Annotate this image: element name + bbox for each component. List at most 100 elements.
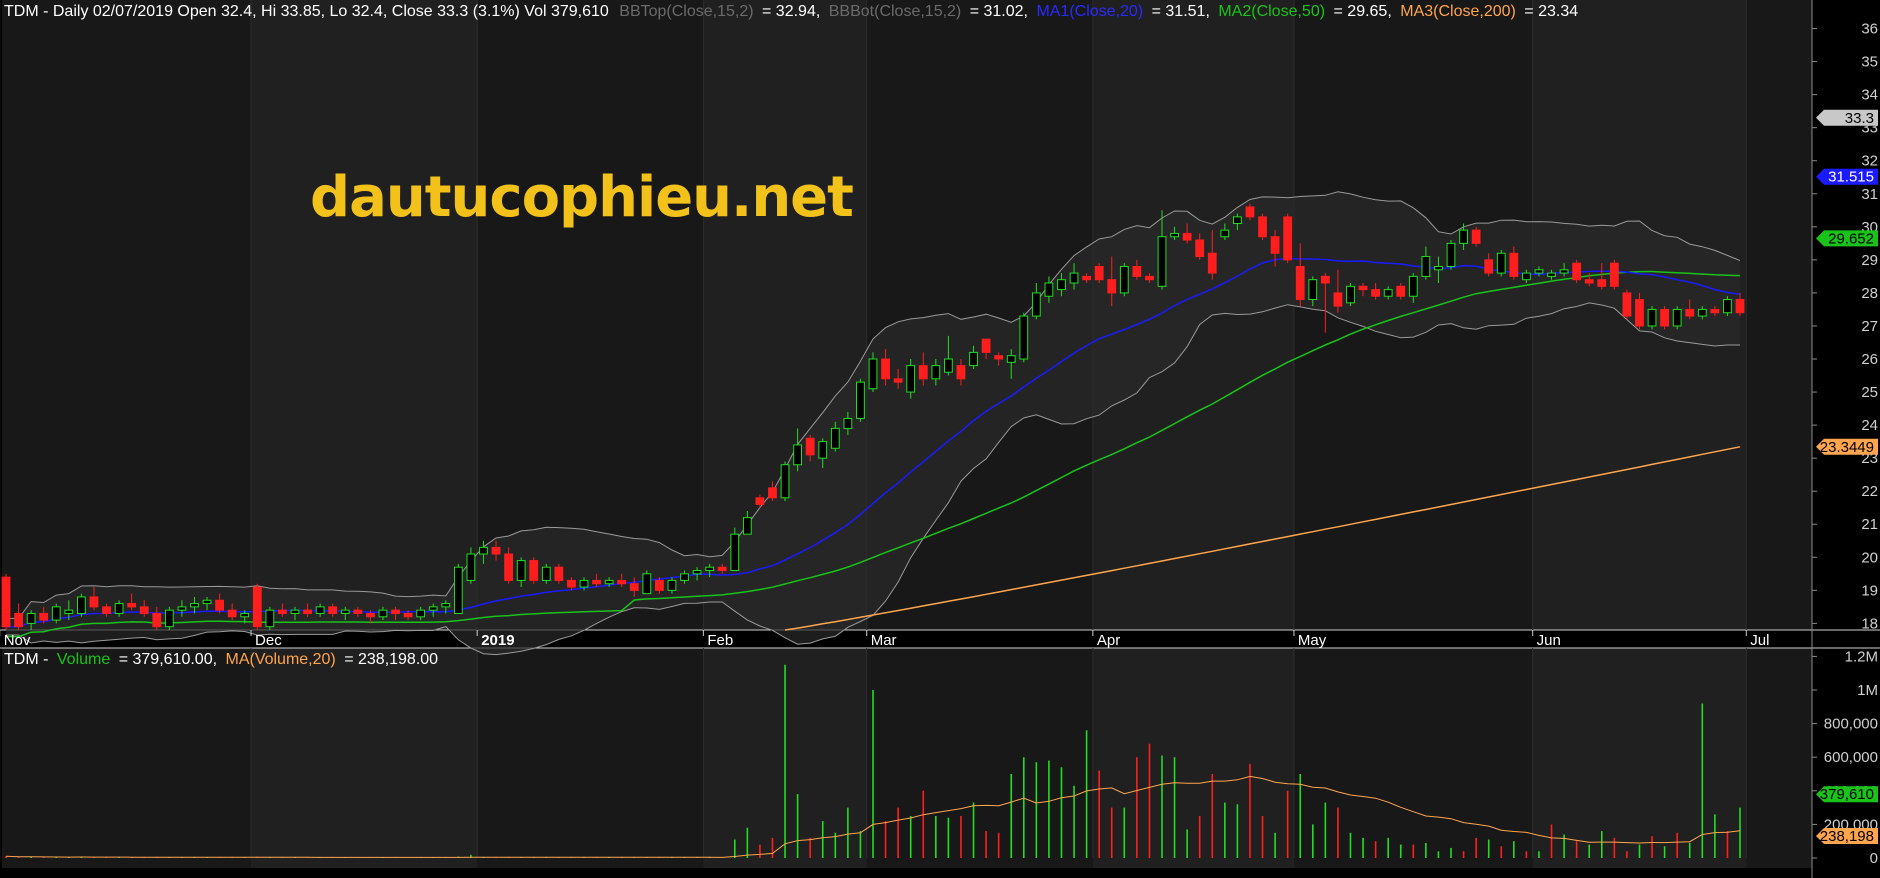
price-tick-label: 19 bbox=[1861, 582, 1878, 599]
candle-body bbox=[793, 444, 803, 466]
candle-body bbox=[629, 583, 639, 591]
candle-body bbox=[994, 355, 1004, 360]
bbbot-label: BBBot(Close,15,2) bbox=[829, 3, 962, 20]
candle-body bbox=[1396, 285, 1406, 297]
candle-body bbox=[742, 517, 752, 535]
candle-body bbox=[1710, 308, 1720, 314]
candle-body bbox=[1044, 282, 1054, 297]
candle-body bbox=[76, 596, 86, 614]
candle-body bbox=[1572, 262, 1582, 281]
candle-body bbox=[340, 609, 350, 614]
candle-body bbox=[1383, 289, 1393, 297]
volume-ma-value: = 238,198.00 bbox=[344, 651, 438, 668]
candle-body bbox=[1622, 292, 1632, 317]
candle-body bbox=[1295, 265, 1305, 301]
candle-body bbox=[1207, 252, 1217, 274]
candle-body bbox=[479, 546, 488, 555]
candle-body bbox=[1697, 308, 1707, 317]
candle-body bbox=[818, 441, 828, 459]
candle-body bbox=[504, 553, 514, 581]
candle-body bbox=[1496, 252, 1506, 274]
candle-body bbox=[981, 338, 991, 353]
candle-body bbox=[1145, 275, 1154, 281]
candle-body bbox=[315, 606, 325, 614]
price-tick-label: 26 bbox=[1861, 351, 1878, 368]
candle-body bbox=[554, 566, 564, 581]
candle-body bbox=[391, 609, 400, 614]
candle-body bbox=[51, 606, 61, 621]
candle-body bbox=[893, 378, 903, 383]
candle-body bbox=[1, 576, 11, 628]
volume-header: TDM - Volume = 379,610.00, MA(Volume,20)… bbox=[4, 651, 438, 668]
candle-body bbox=[579, 579, 589, 588]
volume-tick-label: 800,000 bbox=[1824, 716, 1878, 733]
candle-body bbox=[567, 579, 576, 588]
price-tick-label: 29 bbox=[1861, 252, 1878, 269]
candle-body bbox=[1283, 216, 1293, 261]
candle-body bbox=[1597, 279, 1607, 287]
candle-body bbox=[642, 573, 652, 595]
candle-body bbox=[1421, 256, 1431, 277]
candle-body bbox=[278, 609, 287, 614]
candle-body bbox=[1609, 262, 1619, 287]
candle-body bbox=[328, 606, 338, 614]
month-band bbox=[251, 0, 478, 630]
month-label: Mar bbox=[871, 632, 897, 649]
candle-body bbox=[1521, 272, 1531, 281]
candle-body bbox=[416, 609, 426, 618]
candle-body bbox=[403, 612, 413, 618]
candle-body bbox=[441, 603, 451, 608]
close-tag: 33.3 bbox=[1816, 109, 1878, 127]
candle-body bbox=[428, 606, 438, 611]
header-summary: TDM - Daily 02/07/2019 Open 32.4, Hi 33.… bbox=[4, 3, 609, 20]
candle-body bbox=[780, 464, 790, 499]
candle-body bbox=[529, 560, 539, 581]
candle-body bbox=[240, 612, 250, 618]
watermark-text: dautucophieu.net bbox=[310, 165, 853, 230]
ma2-tag: 29.652 bbox=[1816, 230, 1878, 247]
candle-body bbox=[1107, 279, 1117, 294]
ma2-value: = 29.65, bbox=[1334, 3, 1392, 20]
candle-body bbox=[1119, 265, 1129, 294]
candle-body bbox=[830, 427, 840, 449]
volume-ma-tag-label: 238,198 bbox=[1820, 828, 1874, 845]
price-tick-label: 18 bbox=[1861, 615, 1878, 632]
candle-body bbox=[152, 612, 162, 628]
bbbot-value: = 31.02, bbox=[970, 3, 1028, 20]
ma3-tag-label: 23.3449 bbox=[1820, 439, 1874, 456]
candle-body bbox=[956, 365, 966, 380]
candle-body bbox=[353, 609, 363, 614]
candle-body bbox=[1308, 279, 1318, 301]
header-info: TDM - Daily 02/07/2019 Open 32.4, Hi 33.… bbox=[4, 3, 1578, 20]
candle-body bbox=[215, 599, 225, 611]
volume-tag: 379,610 bbox=[1816, 786, 1878, 803]
candle-body bbox=[541, 566, 551, 581]
candle-body bbox=[1635, 299, 1644, 327]
candle-body bbox=[1371, 289, 1381, 297]
candle-body bbox=[969, 351, 978, 367]
candle-body bbox=[730, 533, 740, 572]
candle-body bbox=[89, 596, 99, 608]
ma2-label: MA2(Close,50) bbox=[1218, 3, 1325, 20]
candle-body bbox=[1534, 269, 1544, 274]
candle-body bbox=[1333, 292, 1343, 307]
ma3-label: MA3(Close,200) bbox=[1400, 3, 1516, 20]
candle-body bbox=[705, 566, 715, 572]
month-label: May bbox=[1298, 632, 1327, 649]
price-tick-label: 36 bbox=[1861, 21, 1878, 38]
candle-body bbox=[202, 599, 212, 605]
candle-body bbox=[1346, 285, 1355, 304]
bbtop-label: BBTop(Close,15,2) bbox=[619, 3, 753, 20]
candle-body bbox=[906, 365, 916, 393]
candle-body bbox=[491, 546, 501, 555]
candle-body bbox=[1584, 279, 1594, 284]
candle-body bbox=[1069, 272, 1079, 284]
candle-body bbox=[805, 437, 815, 456]
bbtop-value: = 32.94, bbox=[762, 3, 820, 20]
volume-ma-label: MA(Volume,20) bbox=[225, 651, 335, 668]
volume-tick-label: 1.2M bbox=[1845, 648, 1878, 665]
price-tick-label: 28 bbox=[1861, 285, 1878, 302]
candle-body bbox=[227, 609, 237, 618]
candle-body bbox=[717, 566, 727, 572]
candle-body bbox=[868, 358, 878, 390]
